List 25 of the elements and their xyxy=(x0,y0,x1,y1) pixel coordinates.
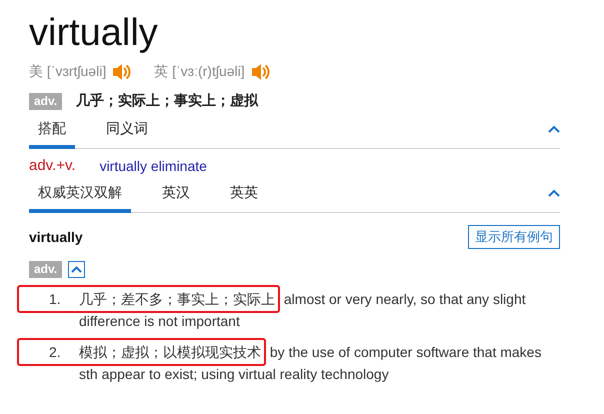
entry-word: virtually xyxy=(29,229,83,245)
phonetic: 美 [ˈvɜrtʃuəli] xyxy=(29,63,106,81)
collapse-icon xyxy=(71,266,82,273)
collocation-example[interactable]: virtually eliminate xyxy=(100,158,207,174)
tab[interactable]: 英汉 xyxy=(153,182,199,213)
show-examples-button[interactable]: 显示所有例句 xyxy=(468,225,560,249)
collapse-icon[interactable] xyxy=(548,125,560,133)
tab[interactable]: 搭配 xyxy=(29,118,75,149)
part-of-speech-tag: adv. xyxy=(29,92,62,110)
headword: virtually xyxy=(29,11,159,56)
collapse-toggle[interactable] xyxy=(68,261,86,278)
definition-text: 模拟；虚拟；以模拟现实技术 by the use of computer software that makes sth appear to exist; using virtual reality technology xyxy=(79,343,542,384)
meaning-summary: 几乎；实际上；事实上；虚拟 xyxy=(76,92,258,110)
phonetic: 英 [ˈvɜː(r)tʃuəli] xyxy=(154,63,245,81)
definition-number: 1. xyxy=(48,290,62,309)
collapse-icon[interactable] xyxy=(548,189,560,197)
tab[interactable]: 同义词 xyxy=(97,118,157,149)
definition-number: 2. xyxy=(48,343,62,362)
collocation-pattern: adv.+v. xyxy=(29,157,76,174)
speaker-icon[interactable] xyxy=(112,62,132,82)
speaker-icon[interactable] xyxy=(250,62,271,82)
definition-text: 几乎；差不多；事实上；实际上 almost or very nearly, so that any slight difference is not important xyxy=(79,290,527,331)
part-of-speech-tag: adv. xyxy=(29,261,62,278)
tab[interactable]: 权威英汉双解 xyxy=(29,182,131,213)
tab[interactable]: 英英 xyxy=(221,182,267,213)
